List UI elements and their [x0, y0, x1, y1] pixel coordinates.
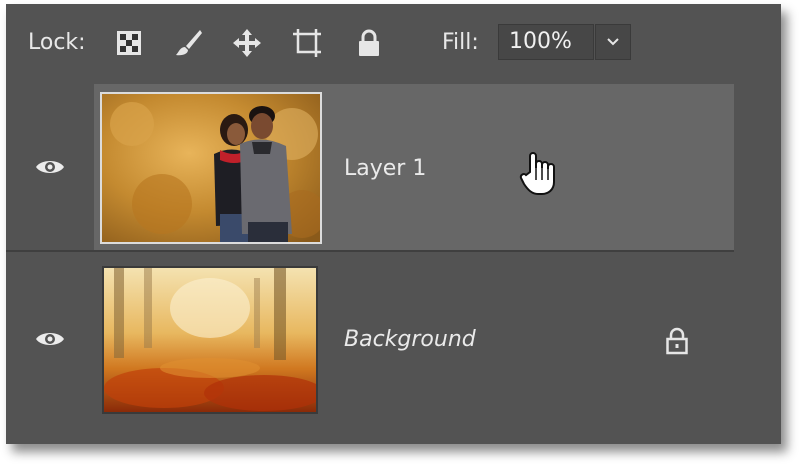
- lock-position-icon[interactable]: [230, 26, 264, 60]
- layer-row-layer-1[interactable]: Layer 1: [6, 84, 734, 250]
- prevent-auto-nesting-icon[interactable]: [290, 26, 324, 60]
- layer-thumbnail[interactable]: [100, 92, 322, 244]
- layer-name[interactable]: Background: [344, 327, 476, 352]
- chevron-down-icon: [607, 38, 619, 46]
- fill-label: Fill:: [442, 30, 479, 55]
- hand-cursor-icon: [518, 150, 562, 202]
- layer-row-body[interactable]: Layer 1: [94, 84, 734, 250]
- layers-list: Layer 1 Background: [6, 82, 781, 444]
- visibility-toggle[interactable]: [6, 254, 94, 424]
- layer-divider: [6, 250, 734, 252]
- fill-input[interactable]: 100%: [498, 24, 594, 60]
- lock-transparent-pixels-icon[interactable]: [112, 26, 146, 60]
- fill-dropdown-button[interactable]: [595, 24, 631, 60]
- layer-lock-icon[interactable]: [664, 326, 690, 360]
- layer-thumbnail[interactable]: [102, 266, 318, 414]
- layers-panel: Lock: Fill: 100% Layer 1 Background: [6, 4, 781, 444]
- lock-all-icon[interactable]: [352, 26, 386, 60]
- lock-image-pixels-icon[interactable]: [172, 26, 206, 60]
- eye-icon: [36, 161, 64, 173]
- autumn-forest-image: [104, 268, 316, 412]
- layer-name[interactable]: Layer 1: [344, 156, 426, 181]
- lock-label: Lock:: [28, 30, 86, 55]
- layer-row-background[interactable]: Background: [6, 254, 734, 424]
- couple-photo-image: [102, 94, 320, 242]
- visibility-toggle[interactable]: [6, 84, 94, 250]
- lock-bar: Lock: Fill: 100%: [6, 4, 781, 82]
- eye-icon: [36, 333, 64, 345]
- layer-row-body[interactable]: Background: [94, 254, 734, 424]
